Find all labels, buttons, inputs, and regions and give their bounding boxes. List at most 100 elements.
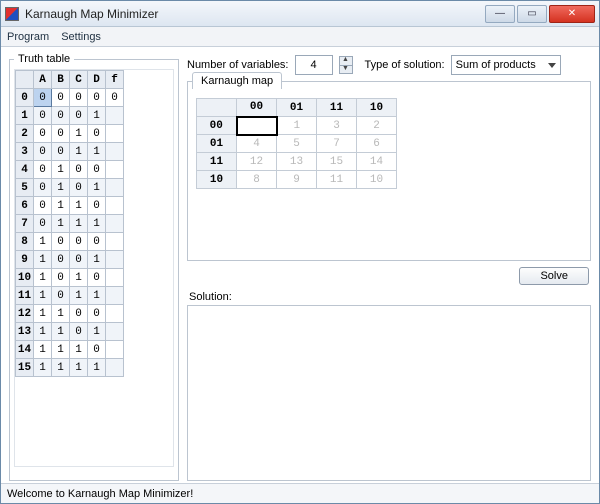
truth-cell[interactable]: 0 bbox=[88, 269, 106, 287]
kmap-cell[interactable]: 5 bbox=[277, 135, 317, 153]
kmap-table[interactable]: 0001111000132014576111213151410891110 bbox=[196, 98, 397, 189]
truth-cell[interactable]: 0 bbox=[52, 233, 70, 251]
kmap-cell[interactable]: 15 bbox=[317, 153, 357, 171]
truth-cell[interactable]: 1 bbox=[52, 305, 70, 323]
truth-cell[interactable]: 8 bbox=[16, 233, 34, 251]
truth-cell[interactable]: 0 bbox=[34, 215, 52, 233]
truth-cell[interactable] bbox=[106, 341, 124, 359]
truth-cell[interactable] bbox=[106, 305, 124, 323]
truth-cell[interactable]: 0 bbox=[52, 89, 70, 107]
truth-cell[interactable] bbox=[106, 233, 124, 251]
truth-cell[interactable]: 1 bbox=[70, 287, 88, 305]
truth-cell[interactable]: 5 bbox=[16, 179, 34, 197]
truth-cell[interactable]: 1 bbox=[70, 143, 88, 161]
spinner-down-icon[interactable]: ▼ bbox=[339, 65, 353, 74]
truth-cell[interactable]: 7 bbox=[16, 215, 34, 233]
kmap-cell[interactable]: 4 bbox=[237, 135, 277, 153]
kmap-cell[interactable]: 11 bbox=[317, 171, 357, 189]
truth-cell[interactable]: 0 bbox=[52, 287, 70, 305]
truth-cell[interactable]: 13 bbox=[16, 323, 34, 341]
truth-cell[interactable]: 1 bbox=[34, 323, 52, 341]
truth-cell[interactable]: 0 bbox=[52, 251, 70, 269]
truth-cell[interactable]: 1 bbox=[70, 359, 88, 377]
truth-cell[interactable]: 0 bbox=[70, 161, 88, 179]
truth-cell[interactable]: 0 bbox=[70, 251, 88, 269]
truth-cell[interactable]: 1 bbox=[52, 215, 70, 233]
truth-cell[interactable]: 0 bbox=[70, 89, 88, 107]
truth-cell[interactable]: 0 bbox=[88, 197, 106, 215]
truth-cell[interactable]: 0 bbox=[70, 179, 88, 197]
soltype-dropdown[interactable]: Sum of products bbox=[451, 55, 561, 75]
truth-cell[interactable]: 0 bbox=[52, 125, 70, 143]
truth-cell[interactable]: 1 bbox=[34, 359, 52, 377]
truth-cell[interactable]: 0 bbox=[34, 197, 52, 215]
truth-cell[interactable]: 1 bbox=[70, 341, 88, 359]
truth-cell[interactable]: 0 bbox=[106, 89, 124, 107]
truth-cell[interactable] bbox=[106, 107, 124, 125]
truth-cell[interactable]: 0 bbox=[70, 107, 88, 125]
truth-cell[interactable]: 1 bbox=[34, 269, 52, 287]
truth-cell[interactable] bbox=[106, 215, 124, 233]
solution-box[interactable] bbox=[187, 305, 591, 481]
truth-cell[interactable]: 0 bbox=[70, 305, 88, 323]
truth-cell[interactable]: 1 bbox=[88, 359, 106, 377]
kmap-cell[interactable] bbox=[237, 117, 277, 135]
kmap-cell[interactable]: 14 bbox=[357, 153, 397, 171]
spinner-up-icon[interactable]: ▲ bbox=[339, 56, 353, 65]
truth-cell[interactable]: 9 bbox=[16, 251, 34, 269]
truth-cell[interactable] bbox=[106, 359, 124, 377]
truth-cell[interactable]: 0 bbox=[34, 125, 52, 143]
truth-cell[interactable]: 11 bbox=[16, 287, 34, 305]
truth-cell[interactable]: 1 bbox=[52, 359, 70, 377]
truth-cell[interactable]: 1 bbox=[88, 143, 106, 161]
minimize-button[interactable]: — bbox=[485, 5, 515, 23]
truth-cell[interactable] bbox=[106, 143, 124, 161]
truth-cell[interactable]: 1 bbox=[16, 107, 34, 125]
truth-cell[interactable]: 1 bbox=[70, 269, 88, 287]
truth-cell[interactable]: 0 bbox=[88, 89, 106, 107]
truth-cell[interactable]: 3 bbox=[16, 143, 34, 161]
truth-cell[interactable]: 10 bbox=[16, 269, 34, 287]
truth-cell[interactable]: 1 bbox=[34, 341, 52, 359]
truth-cell[interactable]: 1 bbox=[34, 305, 52, 323]
truth-cell[interactable]: 0 bbox=[34, 143, 52, 161]
truth-cell[interactable]: 0 bbox=[52, 143, 70, 161]
truth-table[interactable]: ABCDf00000010001200103001140100501016011… bbox=[15, 70, 124, 377]
truth-cell[interactable]: 0 bbox=[16, 89, 34, 107]
truth-cell[interactable]: 14 bbox=[16, 341, 34, 359]
truth-cell[interactable]: 1 bbox=[88, 179, 106, 197]
truth-cell[interactable]: 0 bbox=[52, 107, 70, 125]
solve-button[interactable]: Solve bbox=[519, 267, 589, 285]
numvar-input[interactable] bbox=[295, 55, 333, 75]
truth-cell[interactable] bbox=[106, 287, 124, 305]
kmap-cell[interactable]: 2 bbox=[357, 117, 397, 135]
truth-cell[interactable]: 2 bbox=[16, 125, 34, 143]
menu-settings[interactable]: Settings bbox=[61, 31, 101, 43]
truth-cell[interactable]: 1 bbox=[70, 197, 88, 215]
truth-cell[interactable]: 1 bbox=[88, 215, 106, 233]
truth-cell[interactable]: 1 bbox=[70, 125, 88, 143]
truth-cell[interactable] bbox=[106, 179, 124, 197]
truth-cell[interactable]: 1 bbox=[34, 251, 52, 269]
truth-cell[interactable]: 0 bbox=[34, 179, 52, 197]
kmap-cell[interactable]: 1 bbox=[277, 117, 317, 135]
kmap-cell[interactable]: 13 bbox=[277, 153, 317, 171]
truth-cell[interactable]: 1 bbox=[52, 341, 70, 359]
truth-cell[interactable]: 12 bbox=[16, 305, 34, 323]
truth-cell[interactable]: 1 bbox=[52, 179, 70, 197]
truth-cell[interactable] bbox=[106, 161, 124, 179]
maximize-button[interactable]: ▭ bbox=[517, 5, 547, 23]
tab-kmap[interactable]: Karnaugh map bbox=[192, 72, 282, 89]
kmap-cell[interactable]: 7 bbox=[317, 135, 357, 153]
truth-cell[interactable]: 1 bbox=[52, 323, 70, 341]
truth-cell[interactable]: 1 bbox=[52, 197, 70, 215]
truth-cell[interactable]: 0 bbox=[88, 233, 106, 251]
truth-cell[interactable] bbox=[106, 269, 124, 287]
kmap-cell[interactable]: 10 bbox=[357, 171, 397, 189]
truth-cell[interactable]: 1 bbox=[88, 107, 106, 125]
truth-cell[interactable]: 1 bbox=[88, 323, 106, 341]
menu-program[interactable]: Program bbox=[7, 31, 49, 43]
kmap-cell[interactable]: 12 bbox=[237, 153, 277, 171]
truth-cell[interactable] bbox=[106, 323, 124, 341]
truth-cell[interactable]: 1 bbox=[34, 287, 52, 305]
